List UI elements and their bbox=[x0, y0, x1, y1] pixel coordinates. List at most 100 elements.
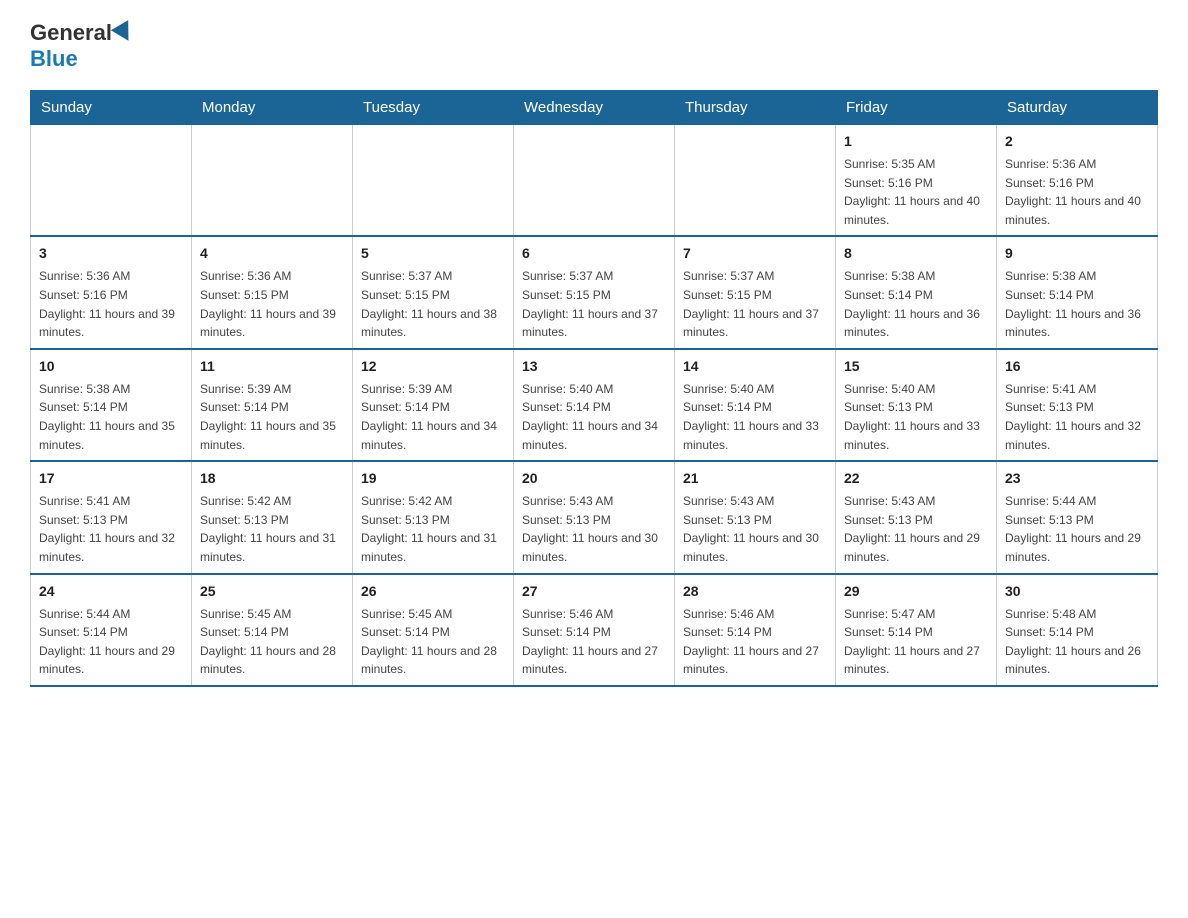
day-number: 9 bbox=[1005, 243, 1149, 264]
day-number: 14 bbox=[683, 356, 827, 377]
day-number: 19 bbox=[361, 468, 505, 489]
day-number: 21 bbox=[683, 468, 827, 489]
calendar-week-4: 17 Sunrise: 5:41 AMSunset: 5:13 PMDayligh… bbox=[31, 461, 1158, 573]
day-number: 23 bbox=[1005, 468, 1149, 489]
calendar-week-1: 1 Sunrise: 5:35 AMSunset: 5:16 PMDaylight… bbox=[31, 125, 1158, 237]
weekday-header-tuesday: Tuesday bbox=[353, 91, 514, 125]
day-info: Sunrise: 5:40 AMSunset: 5:14 PMDaylight:… bbox=[522, 380, 666, 454]
day-info: Sunrise: 5:39 AMSunset: 5:14 PMDaylight:… bbox=[361, 380, 505, 454]
day-info: Sunrise: 5:45 AMSunset: 5:14 PMDaylight:… bbox=[361, 605, 505, 679]
day-info: Sunrise: 5:36 AMSunset: 5:15 PMDaylight:… bbox=[200, 267, 344, 341]
day-number: 26 bbox=[361, 581, 505, 602]
day-number: 6 bbox=[522, 243, 666, 264]
calendar-cell: 12 Sunrise: 5:39 AMSunset: 5:14 PMDayligh… bbox=[353, 349, 514, 461]
calendar-cell: 24 Sunrise: 5:44 AMSunset: 5:14 PMDayligh… bbox=[31, 574, 192, 686]
logo-blue-text: Blue bbox=[30, 46, 78, 72]
day-number: 10 bbox=[39, 356, 183, 377]
calendar-week-5: 24 Sunrise: 5:44 AMSunset: 5:14 PMDayligh… bbox=[31, 574, 1158, 686]
day-info: Sunrise: 5:35 AMSunset: 5:16 PMDaylight:… bbox=[844, 155, 988, 229]
day-info: Sunrise: 5:36 AMSunset: 5:16 PMDaylight:… bbox=[39, 267, 183, 341]
calendar-cell: 11Sunrise: 5:39 AMSunset: 5:14 PMDayligh… bbox=[192, 349, 353, 461]
calendar-cell: 7 Sunrise: 5:37 AMSunset: 5:15 PMDaylight… bbox=[675, 236, 836, 348]
calendar-cell bbox=[353, 125, 514, 237]
day-info: Sunrise: 5:39 AMSunset: 5:14 PMDaylight:… bbox=[200, 380, 344, 454]
calendar-week-3: 10 Sunrise: 5:38 AMSunset: 5:14 PMDayligh… bbox=[31, 349, 1158, 461]
calendar-cell: 20Sunrise: 5:43 AMSunset: 5:13 PMDayligh… bbox=[514, 461, 675, 573]
day-info: Sunrise: 5:42 AMSunset: 5:13 PMDaylight:… bbox=[200, 492, 344, 566]
calendar-cell: 6Sunrise: 5:37 AMSunset: 5:15 PMDaylight… bbox=[514, 236, 675, 348]
day-number: 30 bbox=[1005, 581, 1149, 602]
day-number: 22 bbox=[844, 468, 988, 489]
day-number: 17 bbox=[39, 468, 183, 489]
day-number: 2 bbox=[1005, 131, 1149, 152]
calendar-cell: 2 Sunrise: 5:36 AMSunset: 5:16 PMDaylight… bbox=[997, 125, 1158, 237]
day-info: Sunrise: 5:42 AMSunset: 5:13 PMDaylight:… bbox=[361, 492, 505, 566]
day-info: Sunrise: 5:38 AMSunset: 5:14 PMDaylight:… bbox=[844, 267, 988, 341]
day-info: Sunrise: 5:38 AMSunset: 5:14 PMDaylight:… bbox=[39, 380, 183, 454]
calendar-cell bbox=[192, 125, 353, 237]
calendar-cell: 26 Sunrise: 5:45 AMSunset: 5:14 PMDayligh… bbox=[353, 574, 514, 686]
calendar-cell: 27 Sunrise: 5:46 AMSunset: 5:14 PMDayligh… bbox=[514, 574, 675, 686]
day-info: Sunrise: 5:40 AMSunset: 5:13 PMDaylight:… bbox=[844, 380, 988, 454]
calendar-cell: 28 Sunrise: 5:46 AMSunset: 5:14 PMDayligh… bbox=[675, 574, 836, 686]
calendar-cell: 19 Sunrise: 5:42 AMSunset: 5:13 PMDayligh… bbox=[353, 461, 514, 573]
day-info: Sunrise: 5:40 AMSunset: 5:14 PMDaylight:… bbox=[683, 380, 827, 454]
calendar-cell: 23 Sunrise: 5:44 AMSunset: 5:13 PMDayligh… bbox=[997, 461, 1158, 573]
day-number: 24 bbox=[39, 581, 183, 602]
weekday-header-monday: Monday bbox=[192, 91, 353, 125]
day-info: Sunrise: 5:36 AMSunset: 5:16 PMDaylight:… bbox=[1005, 155, 1149, 229]
day-number: 15 bbox=[844, 356, 988, 377]
day-number: 27 bbox=[522, 581, 666, 602]
calendar-cell: 14 Sunrise: 5:40 AMSunset: 5:14 PMDayligh… bbox=[675, 349, 836, 461]
day-number: 12 bbox=[361, 356, 505, 377]
day-number: 16 bbox=[1005, 356, 1149, 377]
day-info: Sunrise: 5:47 AMSunset: 5:14 PMDaylight:… bbox=[844, 605, 988, 679]
day-info: Sunrise: 5:46 AMSunset: 5:14 PMDaylight:… bbox=[683, 605, 827, 679]
calendar-cell: 16 Sunrise: 5:41 AMSunset: 5:13 PMDayligh… bbox=[997, 349, 1158, 461]
day-info: Sunrise: 5:45 AMSunset: 5:14 PMDaylight:… bbox=[200, 605, 344, 679]
calendar-header-row: SundayMondayTuesdayWednesdayThursdayFrid… bbox=[31, 91, 1158, 125]
calendar-cell: 15 Sunrise: 5:40 AMSunset: 5:13 PMDayligh… bbox=[836, 349, 997, 461]
calendar-body: 1 Sunrise: 5:35 AMSunset: 5:16 PMDaylight… bbox=[31, 125, 1158, 686]
logo: General Blue bbox=[30, 20, 136, 72]
day-info: Sunrise: 5:37 AMSunset: 5:15 PMDaylight:… bbox=[361, 267, 505, 341]
day-info: Sunrise: 5:41 AMSunset: 5:13 PMDaylight:… bbox=[39, 492, 183, 566]
logo-arrow-icon bbox=[111, 20, 137, 46]
day-info: Sunrise: 5:44 AMSunset: 5:13 PMDaylight:… bbox=[1005, 492, 1149, 566]
weekday-header-thursday: Thursday bbox=[675, 91, 836, 125]
logo-general-text: General bbox=[30, 20, 112, 46]
calendar-cell bbox=[675, 125, 836, 237]
day-number: 29 bbox=[844, 581, 988, 602]
day-number: 4 bbox=[200, 243, 344, 264]
day-number: 7 bbox=[683, 243, 827, 264]
calendar-table: SundayMondayTuesdayWednesdayThursdayFrid… bbox=[30, 90, 1158, 687]
calendar-cell: 25 Sunrise: 5:45 AMSunset: 5:14 PMDayligh… bbox=[192, 574, 353, 686]
day-info: Sunrise: 5:37 AMSunset: 5:15 PMDaylight:… bbox=[683, 267, 827, 341]
day-info: Sunrise: 5:48 AMSunset: 5:14 PMDaylight:… bbox=[1005, 605, 1149, 679]
calendar-cell: 9 Sunrise: 5:38 AMSunset: 5:14 PMDaylight… bbox=[997, 236, 1158, 348]
page-header: General Blue bbox=[30, 20, 1158, 72]
calendar-cell: 17 Sunrise: 5:41 AMSunset: 5:13 PMDayligh… bbox=[31, 461, 192, 573]
calendar-cell: 29 Sunrise: 5:47 AMSunset: 5:14 PMDayligh… bbox=[836, 574, 997, 686]
calendar-cell: 18 Sunrise: 5:42 AMSunset: 5:13 PMDayligh… bbox=[192, 461, 353, 573]
day-number: 28 bbox=[683, 581, 827, 602]
day-info: Sunrise: 5:43 AMSunset: 5:13 PMDaylight:… bbox=[522, 492, 666, 566]
day-info: Sunrise: 5:43 AMSunset: 5:13 PMDaylight:… bbox=[683, 492, 827, 566]
calendar-cell: 22Sunrise: 5:43 AMSunset: 5:13 PMDayligh… bbox=[836, 461, 997, 573]
calendar-cell: 8Sunrise: 5:38 AMSunset: 5:14 PMDaylight… bbox=[836, 236, 997, 348]
day-number: 25 bbox=[200, 581, 344, 602]
weekday-header-sunday: Sunday bbox=[31, 91, 192, 125]
day-number: 18 bbox=[200, 468, 344, 489]
day-info: Sunrise: 5:38 AMSunset: 5:14 PMDaylight:… bbox=[1005, 267, 1149, 341]
calendar-cell: 5Sunrise: 5:37 AMSunset: 5:15 PMDaylight… bbox=[353, 236, 514, 348]
calendar-cell: 1 Sunrise: 5:35 AMSunset: 5:16 PMDaylight… bbox=[836, 125, 997, 237]
day-info: Sunrise: 5:41 AMSunset: 5:13 PMDaylight:… bbox=[1005, 380, 1149, 454]
day-number: 1 bbox=[844, 131, 988, 152]
day-info: Sunrise: 5:44 AMSunset: 5:14 PMDaylight:… bbox=[39, 605, 183, 679]
calendar-cell: 3Sunrise: 5:36 AMSunset: 5:16 PMDaylight… bbox=[31, 236, 192, 348]
day-number: 13 bbox=[522, 356, 666, 377]
calendar-cell: 4 Sunrise: 5:36 AMSunset: 5:15 PMDaylight… bbox=[192, 236, 353, 348]
calendar-week-2: 3Sunrise: 5:36 AMSunset: 5:16 PMDaylight… bbox=[31, 236, 1158, 348]
day-info: Sunrise: 5:46 AMSunset: 5:14 PMDaylight:… bbox=[522, 605, 666, 679]
calendar-cell bbox=[31, 125, 192, 237]
